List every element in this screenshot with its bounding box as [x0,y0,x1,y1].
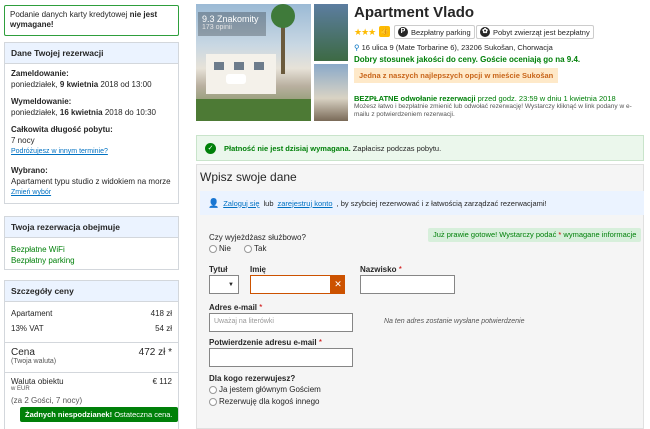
paw-icon: ✿ [480,27,490,37]
email-input[interactable]: Uważaj na literówki [209,313,353,332]
payment-not-required-banner: ✓ Płatność nie jest dzisiaj wymagana. Za… [196,135,644,161]
map-pin-icon: ⚲ [354,43,360,52]
change-choice-link[interactable]: Zmień wybór [11,187,172,198]
reservation-details-panel: Dane Twojej rezerwacji Zameldowanie: pon… [4,42,179,204]
for-whom-label: Dla kogo rezerwujesz? [209,374,296,383]
email-label: Adres e-mail * [209,303,263,312]
review-score: 9.3 Znakomity 173 opinii [198,12,266,36]
form-title: Wpisz swoje dane [200,170,297,184]
email-confirm-label: Potwierdzenie adresu e-mail * [209,338,322,347]
hotel-photo-thumb[interactable] [314,64,348,121]
other-term-link[interactable]: Podróżujesz w innym terminie? [11,146,172,157]
include-item-parking: Bezpłatny parking [11,256,75,265]
guests-nights: (za 2 Gości, 7 nocy) [11,396,83,405]
chosen-label: Wybrano: [11,166,48,175]
checkin-label: Zameldowanie: [11,69,69,78]
hotel-photo-thumb[interactable] [314,4,348,61]
chevron-down-icon: ▼ [228,281,234,288]
title-select[interactable]: ▼ [209,275,239,294]
title-label: Tytuł [209,265,228,274]
business-trip-question: Czy wyjeżdżasz służbowo? [209,233,306,242]
reservation-details-title: Dane Twojej rezerwacji [5,43,178,64]
almost-ready-badge: Już prawie gotowe! Wystarczy podać * wym… [428,228,642,242]
include-item-wifi: Bezpłatne WiFi [11,245,65,254]
radio-other-guest[interactable] [209,397,217,406]
checkout-label: Wymeldowanie: [11,97,72,106]
radio-yes[interactable] [244,244,252,253]
best-option-badge: Jedna z naszych najlepszych opcji w mieś… [354,68,559,83]
no-surprises-tag: Żadnych niespodzianek! Ostateczna cena. [20,407,178,422]
facility-pets-free: ✿ Pobyt zwierząt jest bezpłatny [476,25,594,39]
checkout-value: poniedziałek, 16 kwietnia 2018 do 10:30 [11,108,156,117]
facility-free-parking: P Bezpłatny parking [394,25,475,39]
first-name-label: Imię [250,265,267,274]
error-close-icon: ✕ [331,275,345,294]
price-row: Apartament 418 zł [11,309,172,318]
chosen-value: Apartament typu studio z widokiem na mor… [11,177,171,186]
parking-icon: P [398,27,408,37]
email-confirm-input[interactable] [209,348,353,367]
login-prompt: 👤 Zaloguj się lub zarejestruj konto , by… [200,191,644,215]
first-name-input[interactable] [250,275,331,294]
hotel-address: ⚲ 16 ulica 9 (Mate Torbarine 6), 23206 S… [354,43,553,52]
main-guest-option[interactable]: Ja jestem głównym Gościem [209,385,321,394]
price-row: 13% VAT 54 zł [11,324,172,333]
price-details-title: Szczegóły ceny [5,281,178,302]
thumbs-up-icon: 👍 [379,26,390,37]
stay-length-label: Całkowita długość pobytu: [11,125,113,134]
checkin-value: poniedziałek, 9 kwietnia 2018 od 13:00 [11,80,152,89]
card-not-required-notice: Podanie danych karty kredytowej nie jest… [4,5,179,36]
good-value-message: Dobry stosunek jakości do ceny. Goście o… [354,55,581,64]
checkmark-icon: ✓ [205,142,216,154]
includes-title: Twoja rezerwacja obejmuje [5,217,178,238]
last-name-input[interactable] [360,275,455,294]
star-rating: ★★★ [354,27,376,37]
business-no-option[interactable]: Nie [209,244,231,253]
radio-no[interactable] [209,244,217,253]
other-guest-option[interactable]: Rezerwuję dla kogoś innego [209,397,320,406]
hotel-name[interactable]: Apartment Vlado [354,4,474,21]
business-yes-option[interactable]: Tak [244,244,266,253]
stay-length-value: 7 nocy [11,136,35,145]
last-name-label: Nazwisko * [360,265,402,274]
free-cancellation-info: BEZPŁATNE odwołanie rezerwacji przed god… [354,94,632,118]
includes-panel: Twoja rezerwacja obejmuje Bezpłatne WiFi… [4,216,179,270]
login-link[interactable]: Zaloguj się [223,199,259,208]
radio-main-guest[interactable] [209,385,217,394]
register-link[interactable]: zarejestruj konto [278,199,333,208]
email-hint: Na ten adres zostanie wysłane potwierdze… [384,318,525,325]
user-icon: 👤 [208,197,220,208]
